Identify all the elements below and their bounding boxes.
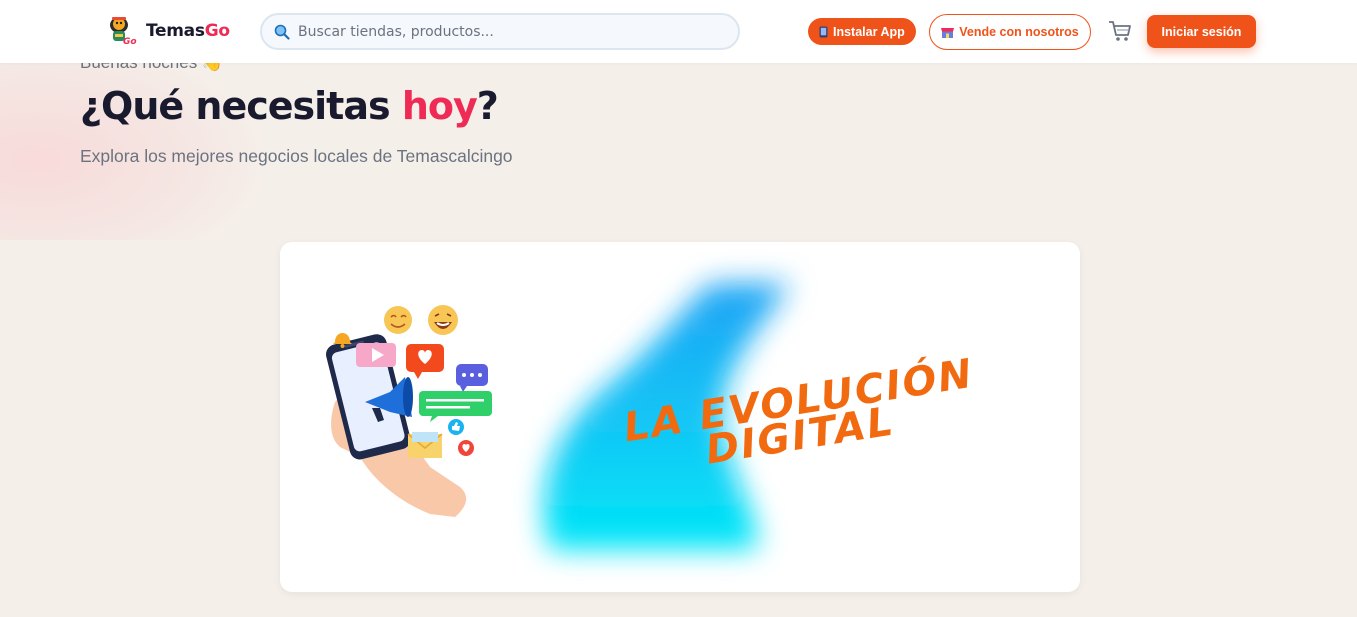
sell-with-us-label: Vende con nosotros [959, 25, 1079, 39]
laugh-emoji-shape [428, 305, 458, 335]
message-card-shape [419, 391, 492, 416]
logo-text: TemasGo [146, 21, 230, 41]
page-title: ¿Qué necesitas hoy? [80, 84, 499, 128]
svg-text:Go: Go [123, 37, 137, 47]
logo[interactable]: Go TemasGo [106, 14, 230, 48]
promo-banner[interactable]: LA EVOLUCIÓN DIGITAL [280, 242, 1080, 592]
login-button[interactable]: Iniciar sesión [1147, 15, 1256, 48]
logo-icon: Go [110, 17, 137, 47]
search-bar[interactable] [260, 13, 740, 50]
store-icon [941, 27, 955, 38]
top-navbar: Go TemasGo Instalar App Vende con nosotr… [0, 0, 1357, 63]
cart-icon[interactable] [1108, 20, 1132, 42]
install-app-label: Instalar App [833, 24, 905, 39]
install-app-button[interactable]: Instalar App [808, 18, 916, 45]
smile-emoji-shape [384, 306, 412, 334]
search-input[interactable] [298, 23, 718, 40]
phone-icon [819, 26, 828, 37]
sell-with-us-button[interactable]: Vende con nosotros [929, 14, 1091, 50]
search-icon [274, 24, 290, 40]
bell-shape [333, 333, 352, 344]
page-subtitle: Explora los mejores negocios locales de … [80, 146, 513, 166]
login-label: Iniciar sesión [1161, 24, 1242, 39]
